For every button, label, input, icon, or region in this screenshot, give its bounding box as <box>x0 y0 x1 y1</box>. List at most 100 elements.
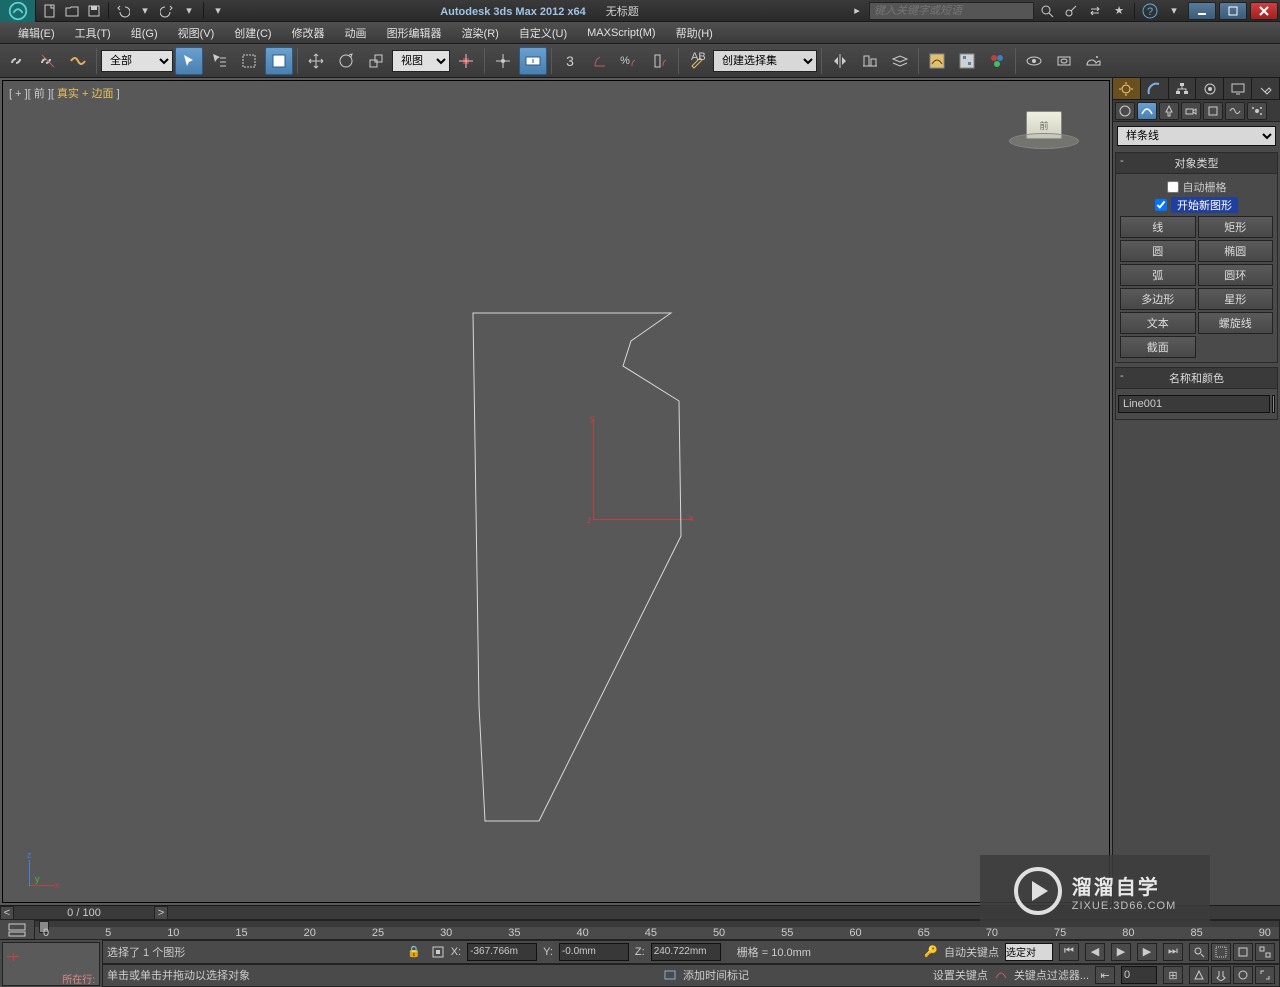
track-scroll-right[interactable]: > <box>154 906 168 920</box>
timeline-config-icon[interactable] <box>0 923 34 937</box>
render-setup-icon[interactable] <box>1020 47 1048 75</box>
select-tool[interactable] <box>175 47 203 75</box>
btn-ellipse[interactable]: 椭圆 <box>1198 240 1274 262</box>
fov-icon[interactable] <box>1189 966 1209 984</box>
create-spacewarps-icon[interactable] <box>1225 102 1245 120</box>
shape-category-select[interactable]: 样条线 <box>1117 126 1276 146</box>
time-config-icon[interactable]: ⊞ <box>1163 966 1183 984</box>
current-frame-input[interactable] <box>1121 966 1157 984</box>
btn-section[interactable]: 截面 <box>1120 336 1196 358</box>
app-logo[interactable] <box>0 0 36 22</box>
btn-line[interactable]: 线 <box>1120 216 1196 238</box>
material-editor-icon[interactable] <box>983 47 1011 75</box>
align-icon[interactable] <box>856 47 884 75</box>
goto-end-icon[interactable]: ⏭ <box>1163 943 1183 961</box>
maximize-button[interactable] <box>1219 2 1247 20</box>
autokey-button[interactable]: 自动关键点 <box>944 944 999 960</box>
menu-help[interactable]: 帮助(H) <box>666 22 723 44</box>
viewcube[interactable]: 前 <box>1009 111 1079 151</box>
angle-snap-icon[interactable] <box>586 47 614 75</box>
unlink-icon[interactable] <box>34 47 62 75</box>
edit-named-sel-icon[interactable]: ABC <box>683 47 711 75</box>
start-new-label[interactable]: 开始新图形 <box>1171 197 1238 213</box>
track-scroll-left[interactable]: < <box>0 906 14 920</box>
render-icon[interactable] <box>1080 47 1108 75</box>
btn-star[interactable]: 星形 <box>1198 288 1274 310</box>
btn-helix[interactable]: 螺旋线 <box>1198 312 1274 334</box>
pan-icon[interactable] <box>1211 966 1231 984</box>
undo-icon[interactable] <box>113 2 133 20</box>
key-mode-icon[interactable]: ⇤ <box>1095 966 1115 984</box>
menu-modifiers[interactable]: 修改器 <box>282 22 335 44</box>
menu-render[interactable]: 渲染(R) <box>452 22 509 44</box>
tab-utilities[interactable] <box>1252 78 1280 99</box>
favorite-icon[interactable]: ★ <box>1108 2 1130 20</box>
tab-display[interactable] <box>1224 78 1252 99</box>
play-icon[interactable]: ▶ <box>1111 943 1131 961</box>
close-button[interactable] <box>1250 2 1278 20</box>
next-frame-icon[interactable]: ▶ <box>1137 943 1157 961</box>
spinner-snap-icon[interactable] <box>646 47 674 75</box>
create-systems-icon[interactable] <box>1247 102 1267 120</box>
btn-text[interactable]: 文本 <box>1120 312 1196 334</box>
spline-object[interactable] <box>471 311 691 831</box>
save-icon[interactable] <box>84 2 104 20</box>
setkey-curve-icon[interactable] <box>994 968 1008 982</box>
select-by-name-icon[interactable] <box>205 47 233 75</box>
redo-icon[interactable] <box>157 2 177 20</box>
prev-frame-icon[interactable]: ◀ <box>1085 943 1105 961</box>
snap-toggle-icon[interactable]: 3 <box>556 47 584 75</box>
menu-tools[interactable]: 工具(T) <box>65 22 121 44</box>
tab-modify[interactable] <box>1141 78 1169 99</box>
window-crossing-icon[interactable] <box>265 47 293 75</box>
menu-views[interactable]: 视图(V) <box>168 22 225 44</box>
rollout-object-type[interactable]: -对象类型 <box>1116 153 1277 174</box>
key-icon-status[interactable]: 🔑 <box>924 945 938 958</box>
btn-arc[interactable]: 弧 <box>1120 264 1196 286</box>
create-geometry-icon[interactable] <box>1115 102 1135 120</box>
isolate-icon[interactable] <box>431 945 445 959</box>
schematic-view-icon[interactable] <box>953 47 981 75</box>
minimize-button[interactable] <box>1188 2 1216 20</box>
goto-start-icon[interactable]: ⏮ <box>1059 943 1079 961</box>
tab-hierarchy[interactable] <box>1169 78 1197 99</box>
setkey-button[interactable]: 设置关键点 <box>933 967 988 983</box>
object-color-swatch[interactable] <box>1272 395 1275 413</box>
move-tool[interactable] <box>302 47 330 75</box>
create-cameras-icon[interactable] <box>1181 102 1201 120</box>
btn-donut[interactable]: 圆环 <box>1198 264 1274 286</box>
btn-rect[interactable]: 矩形 <box>1198 216 1274 238</box>
tab-motion[interactable] <box>1196 78 1224 99</box>
time-tag-icon[interactable] <box>663 968 677 982</box>
rollout-name-color[interactable]: -名称和颜色 <box>1116 368 1277 389</box>
search-icon[interactable] <box>1036 2 1058 20</box>
viewport[interactable]: [ + ][ 前 ][ 真实 + 边面 ] 前 yxz zxy <box>2 80 1110 903</box>
named-selection-select[interactable]: 创建选择集 <box>713 50 817 72</box>
create-lights-icon[interactable] <box>1159 102 1179 120</box>
open-file-icon[interactable] <box>62 2 82 20</box>
key-selection-mode[interactable] <box>1005 943 1053 961</box>
auto-grid-checkbox[interactable] <box>1167 181 1179 193</box>
tab-create[interactable] <box>1113 78 1141 99</box>
key-filters-button[interactable]: 关键点过滤器... <box>1014 967 1089 983</box>
help-drop-icon[interactable]: ▾ <box>1163 2 1185 20</box>
coord-y-input[interactable] <box>559 943 629 961</box>
pivot-icon[interactable] <box>452 47 480 75</box>
rotate-tool[interactable] <box>332 47 360 75</box>
menu-maxscript[interactable]: MAXScript(M) <box>577 24 665 42</box>
btn-circle[interactable]: 圆 <box>1120 240 1196 262</box>
btn-ngon[interactable]: 多边形 <box>1120 288 1196 310</box>
keyword-search-input[interactable] <box>869 2 1034 20</box>
create-shapes-icon[interactable] <box>1137 102 1157 120</box>
max-viewport-icon[interactable] <box>1255 966 1275 984</box>
link-icon[interactable] <box>4 47 32 75</box>
menu-group[interactable]: 组(G) <box>121 22 168 44</box>
menu-graph[interactable]: 图形编辑器 <box>377 22 452 44</box>
scale-tool[interactable] <box>362 47 390 75</box>
qat-config-icon[interactable]: ▾ <box>208 2 228 20</box>
lock-selection-icon[interactable]: 🔒 <box>403 945 425 958</box>
keyboard-shortcut-icon[interactable] <box>519 47 547 75</box>
selection-filter-select[interactable]: 全部 <box>101 50 173 72</box>
ref-coord-select[interactable]: 视图 <box>392 50 450 72</box>
viewport-label[interactable]: [ + ][ 前 ][ 真实 + 边面 ] <box>9 85 120 101</box>
